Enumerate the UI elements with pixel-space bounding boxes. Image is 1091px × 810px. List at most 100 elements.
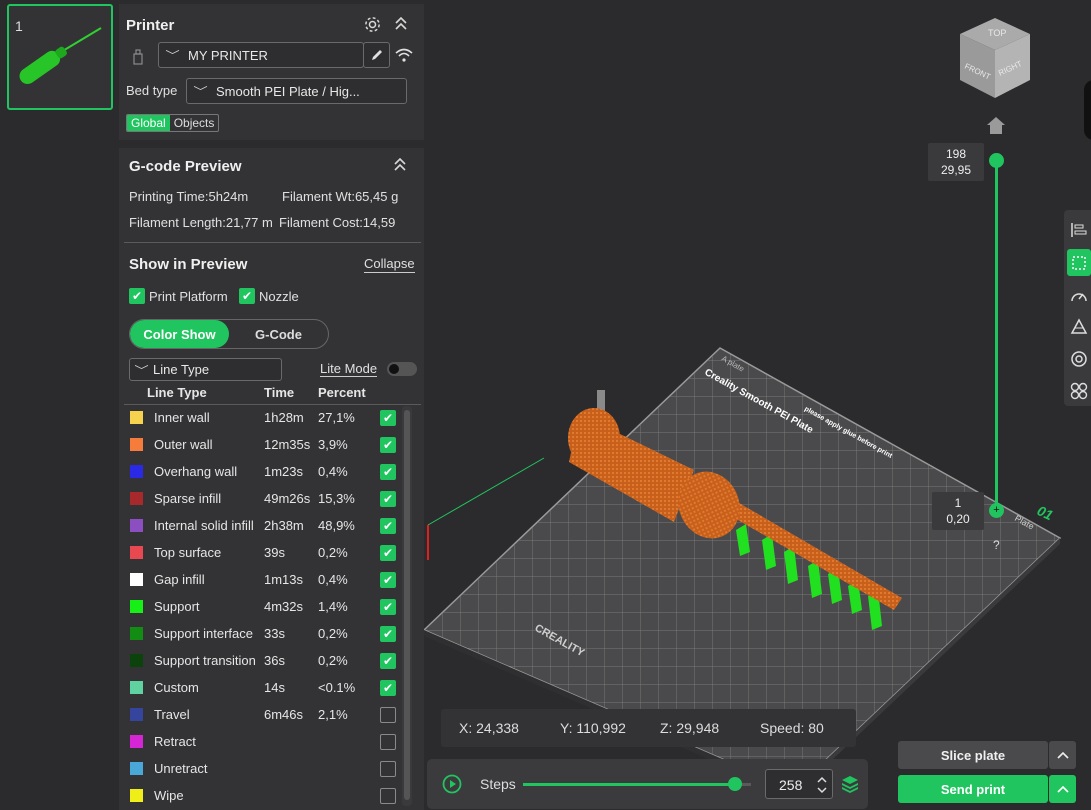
checkbox-checked-icon[interactable]: ✔ bbox=[380, 598, 396, 615]
steps-value: 258 bbox=[779, 777, 803, 793]
chevron-down-icon: ﹀ bbox=[134, 364, 149, 377]
view-cube[interactable]: TOP FRONT RIGHT bbox=[958, 16, 1032, 100]
checkbox-checked-icon[interactable]: ✔ bbox=[380, 490, 396, 507]
printer-icon bbox=[133, 49, 143, 65]
line-type-name: Sparse infill bbox=[154, 491, 222, 506]
collapse-link[interactable]: Collapse bbox=[364, 256, 415, 273]
layer-slider-top-handle[interactable] bbox=[989, 153, 1004, 168]
line-type-row: Retract bbox=[119, 728, 409, 755]
line-type-name: Wipe bbox=[154, 788, 184, 803]
line-type-time: 1h28m bbox=[264, 410, 304, 425]
play-icon[interactable] bbox=[442, 774, 462, 794]
line-type-time: 2h38m bbox=[264, 518, 304, 533]
checkbox-checked-icon[interactable]: ✔ bbox=[380, 544, 396, 561]
layer-slider-bottom-handle[interactable]: + bbox=[989, 503, 1004, 518]
stepper-arrows-icon[interactable] bbox=[816, 775, 828, 795]
cube-top-label: TOP bbox=[988, 28, 1006, 38]
coord-x: X: 24,338 bbox=[459, 720, 519, 736]
home-icon[interactable] bbox=[986, 116, 1006, 135]
collapse-sidebar-button[interactable] bbox=[1084, 80, 1091, 140]
checkbox-checked-icon: ✔ bbox=[129, 288, 145, 304]
line-type-row: Internal solid infill 2h38m 48,9% ✔ bbox=[119, 512, 409, 539]
seam-tool-icon[interactable] bbox=[1066, 345, 1091, 372]
layer-top-height: 29,95 bbox=[940, 163, 972, 177]
checkbox-checked-icon[interactable]: ✔ bbox=[380, 409, 396, 426]
checkbox-checked-icon[interactable]: ✔ bbox=[380, 625, 396, 642]
steps-bar: Steps 258 bbox=[427, 759, 868, 809]
send-options-button[interactable] bbox=[1049, 775, 1076, 803]
color-swatch bbox=[130, 438, 143, 451]
collapse-up-icon[interactable] bbox=[393, 157, 407, 173]
layers-tool-icon[interactable] bbox=[1066, 216, 1091, 243]
chevron-down-icon: ﹀ bbox=[165, 50, 180, 62]
nozzle-checkbox[interactable]: ✔ Nozzle bbox=[239, 288, 299, 304]
gcode-preview-title: G-code Preview bbox=[129, 158, 242, 175]
bed-type-select[interactable]: ﹀ Smooth PEI Plate / Hig... bbox=[186, 78, 407, 104]
line-type-percent: 0,4% bbox=[318, 464, 348, 479]
lite-mode-label: Lite Mode bbox=[320, 361, 378, 377]
lite-mode-toggle[interactable] bbox=[387, 362, 417, 376]
line-type-percent: 3,9% bbox=[318, 437, 348, 452]
checkbox-checked-icon[interactable]: ✔ bbox=[380, 679, 396, 696]
steps-slider-fill bbox=[523, 783, 736, 786]
checkbox-checked-icon[interactable]: ✔ bbox=[380, 517, 396, 534]
checkbox-unchecked-icon[interactable] bbox=[380, 706, 396, 723]
steps-spinbox[interactable]: 258 bbox=[765, 769, 833, 799]
select-tool-icon[interactable] bbox=[1067, 249, 1091, 276]
print-platform-checkbox[interactable]: ✔ Print Platform bbox=[129, 288, 228, 304]
coord-y: Y: 110,992 bbox=[560, 720, 626, 736]
checkbox-unchecked-icon[interactable] bbox=[380, 733, 396, 750]
gear-icon[interactable] bbox=[363, 15, 382, 34]
3d-viewport[interactable]: Creality Smooth PEI Plate please apply g… bbox=[422, 0, 1091, 810]
line-type-time: 6m46s bbox=[264, 707, 304, 722]
checkbox-checked-icon[interactable]: ✔ bbox=[380, 463, 396, 480]
checkbox-checked-icon[interactable]: ✔ bbox=[380, 652, 396, 669]
layers-stack-icon[interactable] bbox=[841, 775, 859, 793]
plate-number-text: 01 bbox=[1035, 502, 1056, 523]
wifi-icon[interactable] bbox=[395, 47, 413, 63]
slice-plate-button[interactable]: Slice plate bbox=[898, 741, 1048, 769]
tab-color-show[interactable]: Color Show bbox=[130, 320, 229, 348]
checkbox-checked-icon[interactable]: ✔ bbox=[380, 436, 396, 453]
tab-global[interactable]: Global bbox=[127, 115, 170, 131]
collapse-up-icon[interactable] bbox=[394, 16, 408, 32]
send-print-button[interactable]: Send print bbox=[898, 775, 1048, 803]
checkbox-checked-icon[interactable]: ✔ bbox=[380, 571, 396, 588]
coord-z: Z: 29,948 bbox=[660, 720, 720, 736]
tab-gcode[interactable]: G-Code bbox=[229, 320, 328, 348]
assembly-tool-icon[interactable] bbox=[1066, 377, 1091, 404]
tab-objects[interactable]: Objects bbox=[170, 115, 219, 131]
line-type-name: Support transition bbox=[154, 653, 256, 668]
screwdriver-thumbnail-image bbox=[19, 27, 102, 85]
checkbox-unchecked-icon[interactable] bbox=[380, 787, 396, 804]
steps-slider-handle[interactable] bbox=[728, 777, 743, 791]
line-type-row: Support interface 33s 0,2% ✔ bbox=[119, 620, 409, 647]
color-swatch bbox=[130, 735, 143, 748]
chevron-down-icon: ﹀ bbox=[193, 86, 208, 98]
line-type-time: 1m23s bbox=[264, 464, 304, 479]
printer-name: MY PRINTER bbox=[188, 47, 268, 63]
steps-slider-track[interactable] bbox=[523, 783, 751, 786]
help-icon[interactable]: ? bbox=[993, 538, 1000, 552]
line-type-percent: 0,2% bbox=[318, 653, 348, 668]
line-type-select[interactable]: ﹀ Line Type bbox=[129, 358, 282, 381]
support-paint-icon[interactable] bbox=[1066, 312, 1091, 339]
coord-speed: Speed: 80 bbox=[760, 720, 824, 736]
color-swatch bbox=[130, 708, 143, 721]
chevron-up-icon bbox=[1056, 785, 1069, 793]
scope-tabs: Global Objects bbox=[126, 114, 220, 132]
line-type-row: Travel 6m46s 2,1% bbox=[119, 701, 409, 728]
filament-weight: Filament Wt:65,45 g bbox=[282, 189, 399, 204]
line-type-select-value: Line Type bbox=[153, 362, 210, 377]
line-type-name: Support interface bbox=[154, 626, 254, 641]
speed-gauge-icon[interactable] bbox=[1066, 282, 1091, 309]
col-header-percent: Percent bbox=[318, 385, 366, 400]
checkbox-unchecked-icon[interactable] bbox=[380, 760, 396, 777]
divider bbox=[124, 242, 421, 243]
layer-slider-track[interactable] bbox=[995, 160, 998, 510]
printer-select[interactable]: ﹀ MY PRINTER bbox=[158, 42, 364, 68]
edit-printer-button[interactable] bbox=[363, 42, 390, 68]
color-swatch bbox=[130, 762, 143, 775]
line-type-percent: 0,2% bbox=[318, 626, 348, 641]
slice-options-button[interactable] bbox=[1049, 741, 1076, 769]
